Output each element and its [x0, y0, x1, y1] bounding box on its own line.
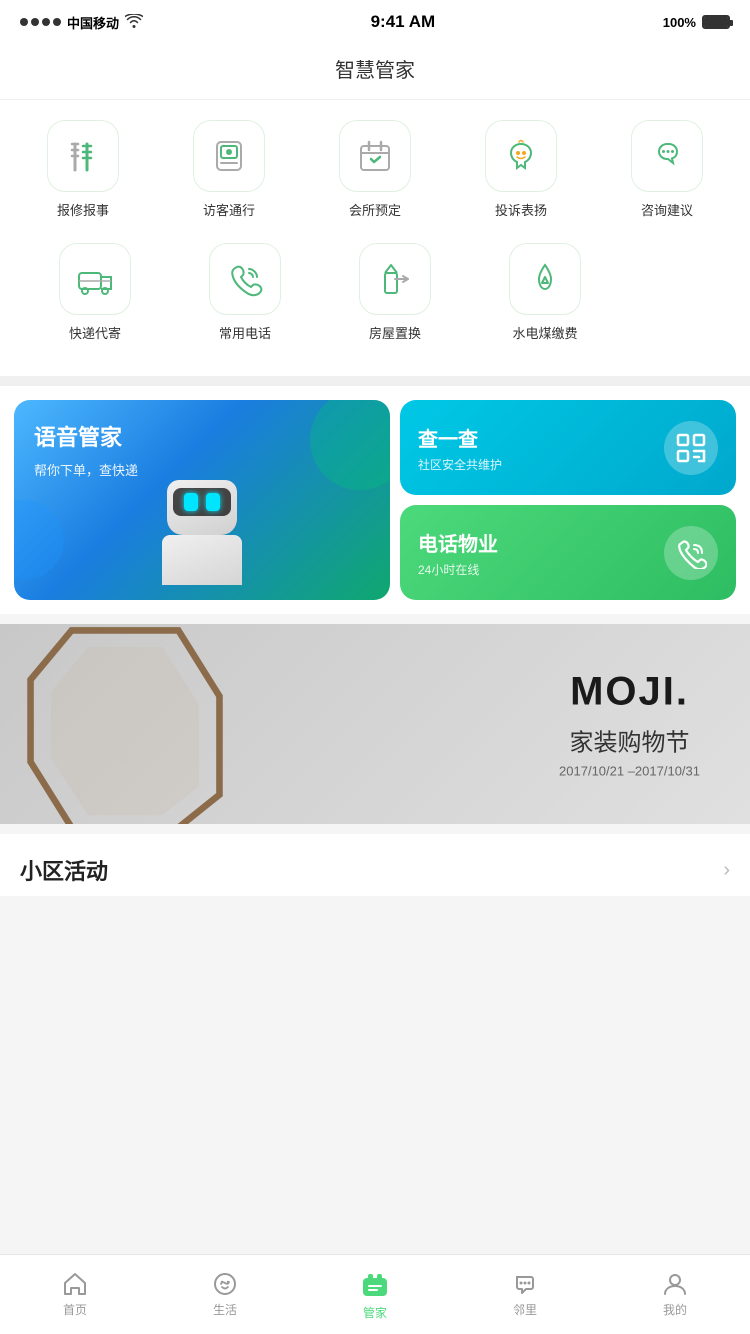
scan-card-text: 查一查 社区安全共维护: [418, 423, 502, 473]
icon-item-booking[interactable]: 会所预定: [315, 120, 435, 219]
page-title: 智慧管家: [335, 60, 415, 82]
status-left: 中国移动: [20, 13, 143, 32]
feature-cards-section: 语音管家 帮你下单，查快递 查一查 社区安全共维护: [0, 386, 750, 614]
icon-item-house[interactable]: 房屋置换: [320, 243, 470, 342]
scan-card-subtitle: 社区安全共维护: [418, 456, 502, 473]
express-icon-box: [59, 243, 131, 315]
phone-card-subtitle: 24小时在线: [418, 561, 498, 578]
banner-text-block: MOJI. 家装购物节 2017/10/21 –2017/10/31: [559, 670, 700, 779]
complaint-label: 投诉表扬: [495, 200, 547, 219]
battery-icon: [702, 15, 730, 29]
booking-icon-box: [339, 120, 411, 192]
icon-item-phone[interactable]: 常用电话: [170, 243, 320, 342]
robot-visor: [173, 488, 231, 516]
consult-label: 咨询建议: [641, 200, 693, 219]
tab-label-home: 首页: [63, 1301, 87, 1318]
icon-row-1: 报修报事 访客通行: [10, 120, 740, 219]
icon-grid: 报修报事 访客通行: [0, 100, 750, 376]
banner-section[interactable]: MOJI. 家装购物节 2017/10/21 –2017/10/31: [0, 624, 750, 824]
tab-label-neighbor: 邻里: [513, 1301, 537, 1318]
house-icon-box: [359, 243, 431, 315]
scan-card[interactable]: 查一查 社区安全共维护: [400, 400, 736, 495]
banner-date: 2017/10/21 –2017/10/31: [559, 764, 700, 779]
phone-card-text: 电话物业 24小时在线: [418, 528, 498, 578]
tab-spacer: [0, 896, 750, 986]
tab-label-butler: 管家: [363, 1304, 387, 1321]
robot-eye-right: [206, 493, 220, 511]
icon-item-express[interactable]: 快递代寄: [20, 243, 170, 342]
phone-card-title: 电话物业: [418, 528, 498, 557]
icon-row-2: 快递代寄 常用电话 房屋置换: [10, 243, 740, 342]
battery-label: 100%: [663, 15, 696, 30]
chevron-right-icon: ›: [723, 859, 730, 882]
robot-head: [167, 480, 237, 535]
repair-icon-box: [47, 120, 119, 192]
complaint-icon-box: [485, 120, 557, 192]
express-label: 快递代寄: [69, 323, 121, 342]
utility-label: 水电煤缴费: [512, 323, 577, 342]
tab-label-life: 生活: [213, 1301, 237, 1318]
divider-1: [0, 376, 750, 386]
banner-title: 家装购物节: [559, 723, 700, 758]
life-icon: [212, 1271, 238, 1297]
status-bar: 中国移动 9:41 AM 100%: [0, 0, 750, 44]
neighbor-icon: [512, 1271, 538, 1297]
deco-circle-2: [14, 500, 64, 580]
voice-card[interactable]: 语音管家 帮你下单，查快递: [14, 400, 390, 600]
house-label: 房屋置换: [369, 323, 421, 342]
tab-item-mine[interactable]: 我的: [635, 1271, 715, 1318]
scan-card-title: 查一查: [418, 423, 502, 452]
scan-icon-circle: [664, 421, 718, 475]
tab-item-home[interactable]: 首页: [35, 1271, 115, 1318]
robot-eye-left: [184, 493, 198, 511]
activities-section[interactable]: 小区活动 ›: [0, 834, 750, 896]
consult-icon-box: [631, 120, 703, 192]
wifi-icon: [125, 14, 143, 31]
icon-item-repair[interactable]: 报修报事: [23, 120, 143, 219]
carrier-label: 中国移动: [67, 13, 119, 32]
phone-card[interactable]: 电话物业 24小时在线: [400, 505, 736, 600]
utility-icon-box: [509, 243, 581, 315]
tab-bar: 首页 生活 管家 邻里: [0, 1254, 750, 1334]
right-cards: 查一查 社区安全共维护 电话物业 24小时在线: [400, 400, 736, 600]
icon-item-visitor[interactable]: 访客通行: [169, 120, 289, 219]
icon-item-consult[interactable]: 咨询建议: [607, 120, 727, 219]
visitor-icon-box: [193, 120, 265, 192]
tab-label-mine: 我的: [663, 1301, 687, 1318]
phone-label: 常用电话: [219, 323, 271, 342]
robot-figure: [147, 480, 257, 600]
phone-icon-circle: [664, 526, 718, 580]
banner-shape-svg: [10, 624, 240, 824]
mine-icon: [662, 1271, 688, 1297]
robot-body: [162, 535, 242, 585]
repair-label: 报修报事: [57, 200, 109, 219]
home-icon: [62, 1271, 88, 1297]
booking-label: 会所预定: [349, 200, 401, 219]
tab-item-neighbor[interactable]: 邻里: [485, 1271, 565, 1318]
icon-item-utility[interactable]: 水电煤缴费: [470, 243, 620, 342]
tab-item-life[interactable]: 生活: [185, 1271, 265, 1318]
status-time: 9:41 AM: [371, 12, 436, 32]
activities-title: 小区活动: [20, 854, 108, 886]
phone-icon-box: [209, 243, 281, 315]
tab-item-butler[interactable]: 管家: [335, 1268, 415, 1321]
page-header: 智慧管家: [0, 44, 750, 100]
status-right: 100%: [663, 15, 730, 30]
banner-brand: MOJI.: [559, 670, 700, 715]
icon-item-complaint[interactable]: 投诉表扬: [461, 120, 581, 219]
signal-dots: [20, 18, 61, 26]
butler-icon: [359, 1268, 391, 1300]
visitor-label: 访客通行: [203, 200, 255, 219]
